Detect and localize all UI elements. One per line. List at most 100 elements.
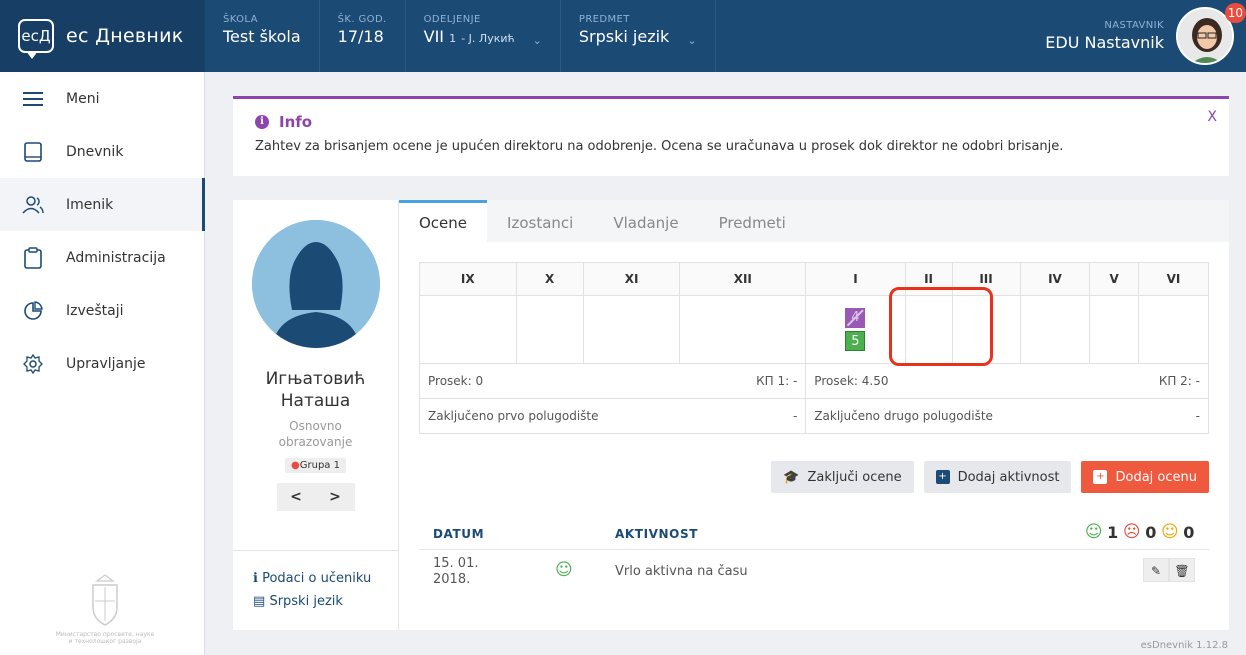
final-2-label: Zaključeno drugo polugodište [814,409,993,423]
sidebar-item-label: Dnevnik [66,143,124,160]
group-dot-icon: ● [291,460,300,471]
grade-cell[interactable] [1019,295,1091,364]
sidebar-item-upravljanje[interactable]: Upravljanje [0,337,204,390]
final-2-value: - [1195,409,1200,423]
class-name: VII [423,27,445,46]
close-icon[interactable]: X [1207,109,1217,125]
next-student-button[interactable]: > [329,489,341,505]
document-icon: ▤ [253,594,266,609]
add-grade-label: Dodaj ocenu [1115,469,1197,485]
tab-izostanci[interactable]: Izostanci [487,200,593,242]
student-details-label: Podaci o učeniku [262,571,372,586]
clipboard-icon [22,246,44,269]
user-info[interactable]: NASTAVNIK EDU Nastavnik [1045,20,1176,52]
menu-icon [22,88,44,110]
app-version: esDnevnik 1.12.8 [1140,640,1228,651]
student-surname: Игњатовић [265,369,366,389]
grade-cell[interactable] [582,295,681,364]
sidebar-item-label: Administracija [66,249,166,266]
student-content: Ocene Izostanci Vladanje Predmeti IX X X… [399,200,1229,630]
good-count: 1 [1107,522,1119,542]
highlight-box [889,287,993,366]
users-icon [22,194,44,216]
class-label: ODELJENJE [423,14,481,25]
grade-cell[interactable] [1137,295,1210,364]
tab-bar: Ocene Izostanci Vladanje Predmeti [399,200,1229,242]
month-header: VI [1137,262,1210,296]
activity-row: 15. 01. 2018. ☺ Vrlo aktivna na času ✎ 🗑 [419,550,1209,602]
bad-count: 0 [1145,522,1157,542]
close-grades-label: Zaključi ocene [807,469,902,485]
sidebar-item-dnevnik[interactable]: Dnevnik [0,125,204,178]
grade-cell[interactable] [679,295,807,364]
neutral-count: 0 [1183,522,1195,542]
first-half-final: Zaključeno prvo polugodište - [418,398,807,434]
pie-chart-icon [22,300,44,322]
student-name: Игњатовић Наташа [233,368,398,412]
student-navigation: < > [276,483,355,511]
info-circle-icon: ℹ [253,571,258,586]
ministry-crest: Министарство просвете, науке и технолошк… [55,573,155,645]
activity-date-day: 15. 01. [433,556,479,571]
subject-link[interactable]: ▤ Srpski jezik [253,594,399,609]
info-alert: i Info Zahtev za brisanjem ocene je upuć… [233,96,1229,176]
add-activity-button[interactable]: + Dodaj aktivnost [923,461,1072,493]
activity-date-year: 2018. [433,572,471,587]
kp-1: КП 1: - [756,374,798,388]
app-logo[interactable]: ecД ес Дневник [0,0,205,72]
sidebar-item-izvestaji[interactable]: Izveštaji [0,284,204,337]
final-row: Zaključeno prvo polugodište - Zaključeno … [418,398,1209,434]
tab-vladanje[interactable]: Vladanje [593,200,698,242]
student-panel: Игњатовић Наташа Osnovno obrazovanje ●Gr… [233,200,399,630]
info-title-row: i Info [255,113,1229,131]
grade-badge[interactable]: 5 [845,331,866,351]
grade-cell[interactable] [1089,295,1139,364]
kp-2: КП 2: - [1158,374,1200,388]
tab-ocene[interactable]: Ocene [399,200,488,242]
activity-counts: ☺ 1 ☹ 0 ☺ 0 [1085,522,1195,542]
student-card: Игњатовић Наташа Osnovno obrazovanje ●Gr… [233,200,1229,630]
deleted-grade[interactable]: 4 [845,308,866,328]
grade-cell[interactable] [419,295,517,364]
notification-badge: 10 [1224,3,1246,23]
crest-icon [92,574,118,626]
activity-column-header: AKTIVNOST [615,527,698,541]
sidebar-item-meni[interactable]: Meni [0,72,204,125]
school-label: ŠKOLA [223,14,258,25]
user-avatar-wrap[interactable]: 10 [1176,3,1246,65]
add-grade-button[interactable]: + Dodaj ocenu [1081,461,1209,493]
student-education: Osnovno obrazovanje [278,419,353,449]
average-row: Prosek: 0 КП 1: - Prosek: 4.50 КП 2: - [418,363,1209,399]
class-selector[interactable]: ODELJENJE VII 1 - J. Лукић ⌄ [406,0,561,72]
frown-icon: ☹ [1122,522,1142,542]
school-year-label: ŠK. GOD. [337,14,387,25]
sidebar-item-label: Upravljanje [66,355,146,372]
subject-selector[interactable]: PREDMET Srpski jezik ⌄ [561,0,716,72]
sidebar-item-imenik[interactable]: Imenik [0,178,205,231]
sidebar: Meni Dnevnik Imenik Administracija Izveš… [0,72,205,655]
average-1: Prosek: 0 [428,374,484,388]
date-column-header: DATUM [433,527,485,541]
edit-icon[interactable]: ✎ [1143,558,1169,582]
user-silhouette-icon [251,220,380,348]
student-avatar [251,220,380,348]
trash-icon[interactable]: 🗑 [1169,558,1195,582]
group-label: Grupa 1 [299,460,340,471]
grade-cell[interactable] [515,295,584,364]
logo-text: ес Дневник [66,25,184,47]
class-number: 1 [449,32,457,45]
tab-predmeti[interactable]: Predmeti [699,200,806,242]
month-header: XI [582,262,681,296]
close-grades-button[interactable]: 🎓 Zaključi ocene [771,461,914,493]
class-teacher: - J. Лукић [461,32,515,45]
sidebar-item-administracija[interactable]: Administracija [0,231,204,284]
action-buttons: 🎓 Zaključi ocene + Dodaj aktivnost + Dod… [771,461,1209,493]
previous-student-button[interactable]: < [290,489,302,505]
class-value: VII 1 - J. Лукић [424,27,515,46]
neutral-face-icon: ☺ [1160,522,1180,542]
top-bar: ecД ес Дневник ŠKOLA Test škola ŠK. GOD.… [0,0,1246,72]
row-actions: ✎ 🗑 [1143,558,1195,582]
chevron-down-icon: ⌄ [687,34,697,47]
student-details-link[interactable]: ℹ Podaci o učeniku [253,571,399,586]
info-message: Zahtev za brisanjem ocene je upućen dire… [255,139,1064,154]
